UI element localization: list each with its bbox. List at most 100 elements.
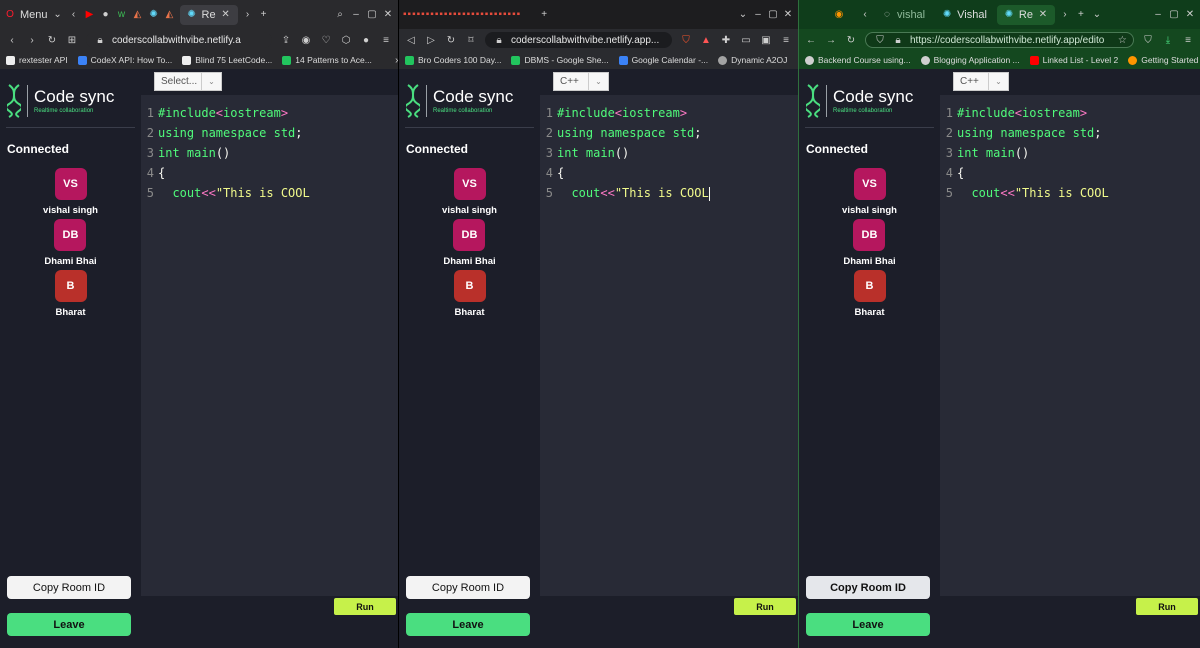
code-editor[interactable]: 1 #include<iostream> 2 using namespace std;… <box>540 95 798 203</box>
firefox-logo-icon[interactable]: ◉ <box>833 9 845 21</box>
cube-icon[interactable]: ⬡ <box>340 34 352 46</box>
language-select[interactable]: C++ ⌄ <box>553 72 609 91</box>
heart-icon[interactable]: ♡ <box>320 34 332 46</box>
minimize-icon[interactable]: – <box>350 9 362 21</box>
bookmark-item[interactable]: Blind 75 LeetCode... <box>182 55 272 65</box>
language-select[interactable]: C++ ⌄ <box>953 72 1009 91</box>
chevron-right-icon[interactable]: › <box>1059 9 1071 21</box>
copy-room-id-button[interactable]: Copy Room ID <box>406 576 530 599</box>
extensions-icon[interactable]: ✚ <box>720 34 732 46</box>
code-line[interactable]: 2 using namespace std; <box>940 123 1200 143</box>
back-icon[interactable]: ← <box>805 34 817 46</box>
minimize-icon[interactable]: – <box>752 9 764 21</box>
bookmark-item[interactable]: DBMS - Google She... <box>511 55 609 65</box>
new-tab-icon[interactable]: + <box>1075 9 1087 21</box>
url-field[interactable]: 🔒︎ coderscollabwithvibe.netlify.a <box>86 32 272 48</box>
close-window-icon[interactable]: ✕ <box>382 9 394 21</box>
minimize-icon[interactable]: – <box>1152 9 1164 21</box>
chevron-left-icon[interactable]: ‹ <box>859 9 871 21</box>
url-field[interactable]: 🔒︎ coderscollabwithvibe.netlify.app... ⇪ <box>485 32 672 48</box>
code-line[interactable]: 1 #include<iostream> <box>940 103 1200 123</box>
menu-button[interactable]: Menu <box>20 9 48 21</box>
leave-button[interactable]: Leave <box>406 613 530 636</box>
url-field[interactable]: ⛉ 🔒︎ https://coderscollabwithvibe.netlif… <box>865 32 1134 48</box>
close-window-icon[interactable]: ✕ <box>782 9 794 21</box>
share-icon[interactable]: ⇪ <box>671 34 672 46</box>
maximize-icon[interactable]: ▢ <box>767 9 779 21</box>
youtube-icon[interactable]: ▶ <box>84 9 96 21</box>
reload-icon[interactable]: ↻ <box>46 34 58 46</box>
code-line[interactable]: 2 using namespace std; <box>141 123 398 143</box>
code-line[interactable]: 1 #include<iostream> <box>540 103 798 123</box>
tab-active[interactable]: ✺ Re ✕ <box>996 4 1055 25</box>
bookmark-item[interactable]: Linked List - Level 2 <box>1029 55 1118 65</box>
pocket-icon[interactable]: ⛉ <box>1142 34 1154 46</box>
chevron-right-icon[interactable]: › <box>242 9 254 21</box>
grid-icon[interactable]: ⊞ <box>66 34 78 46</box>
bookmark-item[interactable]: CodeX API: How To... <box>77 55 172 65</box>
bookmark-item[interactable]: Google Calendar -... <box>618 55 708 65</box>
code-line[interactable]: 3 int main() <box>540 143 798 163</box>
run-button[interactable]: Run <box>334 598 396 615</box>
bookmark-item[interactable]: Dynamic A2OJ <box>718 55 787 65</box>
avatar-icon[interactable]: ● <box>360 34 372 46</box>
back-tabs-icon[interactable]: ‹ <box>68 9 80 21</box>
w-icon[interactable]: w <box>116 9 128 21</box>
brave-shield-icon[interactable]: ⛉ <box>680 34 692 46</box>
react-icon[interactable]: ✺ <box>148 9 160 21</box>
close-icon[interactable]: ✕ <box>220 9 232 21</box>
code-editor[interactable]: 1 #include<iostream> 2 using namespace std;… <box>141 95 398 203</box>
code-line[interactable]: 5 cout<<"This is COOL <box>141 183 398 203</box>
code-line[interactable]: 1 #include<iostream> <box>141 103 398 123</box>
code-line[interactable]: 4{ <box>940 163 1200 183</box>
forward-icon[interactable]: › <box>26 34 38 46</box>
opera-logo-icon[interactable]: O <box>4 9 16 21</box>
menu-icon[interactable]: ≡ <box>780 34 792 46</box>
code-editor[interactable]: 1 #include<iostream> 2 using namespace std;… <box>940 95 1200 203</box>
tab[interactable]: ✺ Vishal <box>935 5 993 25</box>
share-icon[interactable]: ⇪ <box>280 34 292 46</box>
chevron-down-icon[interactable]: ⌄ <box>737 9 749 21</box>
chevron-down-icon[interactable]: ⌄ <box>1091 9 1103 21</box>
chevron-down-icon[interactable]: ⌄ <box>52 9 64 21</box>
tab[interactable]: ◌ vishal <box>875 5 931 25</box>
reload-icon[interactable]: ↻ <box>445 34 457 46</box>
code-line[interactable]: 3 int main() <box>141 143 398 163</box>
copy-room-id-button[interactable]: Copy Room ID <box>806 576 930 599</box>
bookmark-item[interactable]: Getting Started <box>1128 55 1198 65</box>
wallet-icon[interactable]: ▣ <box>760 34 772 46</box>
brave-rewards-icon[interactable]: ▲ <box>700 34 712 46</box>
code-line[interactable]: 3 int main() <box>940 143 1200 163</box>
bookmark-item[interactable]: 14 Patterns to Ace... <box>282 55 372 65</box>
new-tab-icon[interactable]: + <box>538 9 550 21</box>
run-button[interactable]: Run <box>734 598 796 615</box>
leave-button[interactable]: Leave <box>7 613 131 636</box>
bookmark-item[interactable]: Blogging Application ... <box>920 55 1020 65</box>
tab-active[interactable]: ✺ Re ✕ <box>179 4 238 25</box>
bookmark-item[interactable]: rextester API <box>6 55 68 65</box>
search-icon[interactable]: ⌕ <box>334 9 346 21</box>
camera-icon[interactable]: ◉ <box>300 34 312 46</box>
tab-favicon-strip[interactable]: ▪▪▪▪▪▪▪▪▪▪▪▪▪▪▪▪▪▪▪▪▪▪▪▪▪▪ <box>403 9 521 21</box>
tab-icon-2[interactable]: ◭ <box>164 9 176 21</box>
star-icon[interactable]: ☆ <box>1116 34 1128 46</box>
sidebar-icon[interactable]: ▭ <box>740 34 752 46</box>
close-icon[interactable]: ✕ <box>1037 9 1049 21</box>
forward-icon[interactable]: → <box>825 34 837 46</box>
forward-icon[interactable]: ▷ <box>425 34 437 46</box>
new-tab-icon[interactable]: + <box>258 9 270 21</box>
reload-icon[interactable]: ↻ <box>845 34 857 46</box>
code-line[interactable]: 4{ <box>141 163 398 183</box>
bookmark-item[interactable]: Backend Course using... <box>805 55 911 65</box>
maximize-icon[interactable]: ▢ <box>366 9 378 21</box>
close-window-icon[interactable]: ✕ <box>1184 9 1196 21</box>
menu-icon[interactable]: ≡ <box>1182 34 1194 46</box>
copy-room-id-button[interactable]: Copy Room ID <box>7 576 131 599</box>
download-icon[interactable]: ⤓ <box>1162 34 1174 46</box>
maximize-icon[interactable]: ▢ <box>1168 9 1180 21</box>
bookmark-item[interactable]: Bro Coders 100 Day... <box>405 55 501 65</box>
back-icon[interactable]: ‹ <box>6 34 18 46</box>
language-select[interactable]: Select... ⌄ <box>154 72 222 91</box>
code-line[interactable]: 2 using namespace std; <box>540 123 798 143</box>
tab-icon[interactable]: ◭ <box>132 9 144 21</box>
